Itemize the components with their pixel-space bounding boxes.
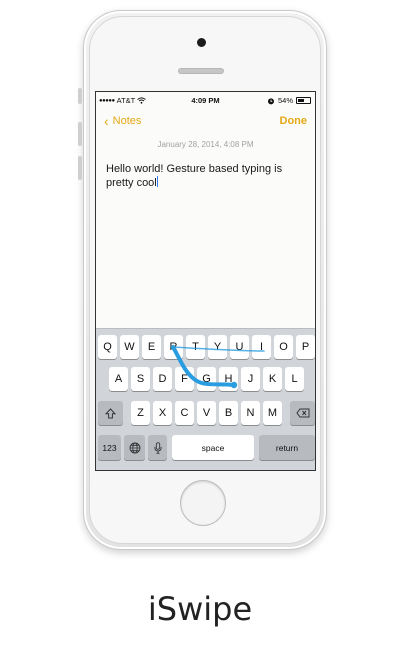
key-g[interactable]: G [197, 367, 216, 391]
key-l[interactable]: L [285, 367, 304, 391]
key-m[interactable]: M [263, 401, 282, 425]
microphone-icon [153, 441, 162, 454]
key-s[interactable]: S [131, 367, 150, 391]
key-t[interactable]: T [186, 335, 205, 359]
alarm-clock-icon [267, 97, 274, 104]
volume-down-button [78, 156, 82, 180]
status-right: 54% [267, 96, 311, 105]
key-b[interactable]: B [219, 401, 238, 425]
chevron-left-icon: ‹ [104, 113, 109, 129]
key-p[interactable]: P [296, 335, 315, 359]
microphone-key[interactable] [148, 435, 167, 460]
return-key[interactable]: return [259, 435, 315, 460]
note-date: January 28, 2014, 4:08 PM [157, 140, 254, 149]
key-j[interactable]: J [241, 367, 260, 391]
phone-screen: ●●●●● AT&T 4:09 PM 54% ‹ Notes Done Janu… [95, 91, 316, 471]
back-button[interactable]: ‹ Notes [104, 113, 142, 129]
key-r[interactable]: R [164, 335, 183, 359]
shift-arrow-icon [105, 407, 116, 418]
mute-switch [78, 88, 82, 104]
key-i[interactable]: I [252, 335, 271, 359]
key-z[interactable]: Z [131, 401, 150, 425]
key-h[interactable]: H [219, 367, 238, 391]
battery-fill [298, 99, 304, 102]
key-v[interactable]: V [197, 401, 216, 425]
shift-key[interactable] [98, 401, 123, 425]
done-button[interactable]: Done [280, 115, 308, 127]
key-x[interactable]: X [153, 401, 172, 425]
key-a[interactable]: A [109, 367, 128, 391]
key-n[interactable]: N [241, 401, 260, 425]
home-button[interactable] [180, 480, 226, 526]
delete-backspace-icon [295, 408, 309, 418]
globe-key[interactable] [124, 435, 145, 460]
front-camera [197, 38, 206, 47]
battery-icon [296, 97, 311, 104]
key-y[interactable]: Y [208, 335, 227, 359]
notes-nav-bar: ‹ Notes Done [96, 112, 315, 134]
key-w[interactable]: W [120, 335, 139, 359]
key-k[interactable]: K [263, 367, 282, 391]
key-o[interactable]: O [274, 335, 293, 359]
app-caption: iSwipe [147, 590, 253, 628]
back-button-label: Notes [112, 115, 142, 127]
note-text: Hello world! Gesture based typing is pre… [106, 163, 283, 189]
text-cursor [156, 176, 159, 187]
note-text-area[interactable]: Hello world! Gesture based typing is pre… [106, 162, 311, 190]
keyboard: Q W E R T Y U I O P A S D F G H J K L Z … [96, 328, 315, 470]
status-bar: ●●●●● AT&T 4:09 PM 54% [96, 92, 315, 109]
volume-up-button [78, 122, 82, 146]
globe-icon [129, 442, 140, 453]
key-f[interactable]: F [175, 367, 194, 391]
numbers-key[interactable]: 123 [98, 435, 121, 460]
key-e[interactable]: E [142, 335, 161, 359]
space-key[interactable]: space [172, 435, 254, 460]
key-c[interactable]: C [175, 401, 194, 425]
key-u[interactable]: U [230, 335, 249, 359]
earpiece-speaker [178, 68, 224, 74]
key-d[interactable]: D [153, 367, 172, 391]
key-q[interactable]: Q [98, 335, 117, 359]
delete-key[interactable] [290, 401, 315, 425]
battery-percent: 54% [277, 96, 293, 105]
